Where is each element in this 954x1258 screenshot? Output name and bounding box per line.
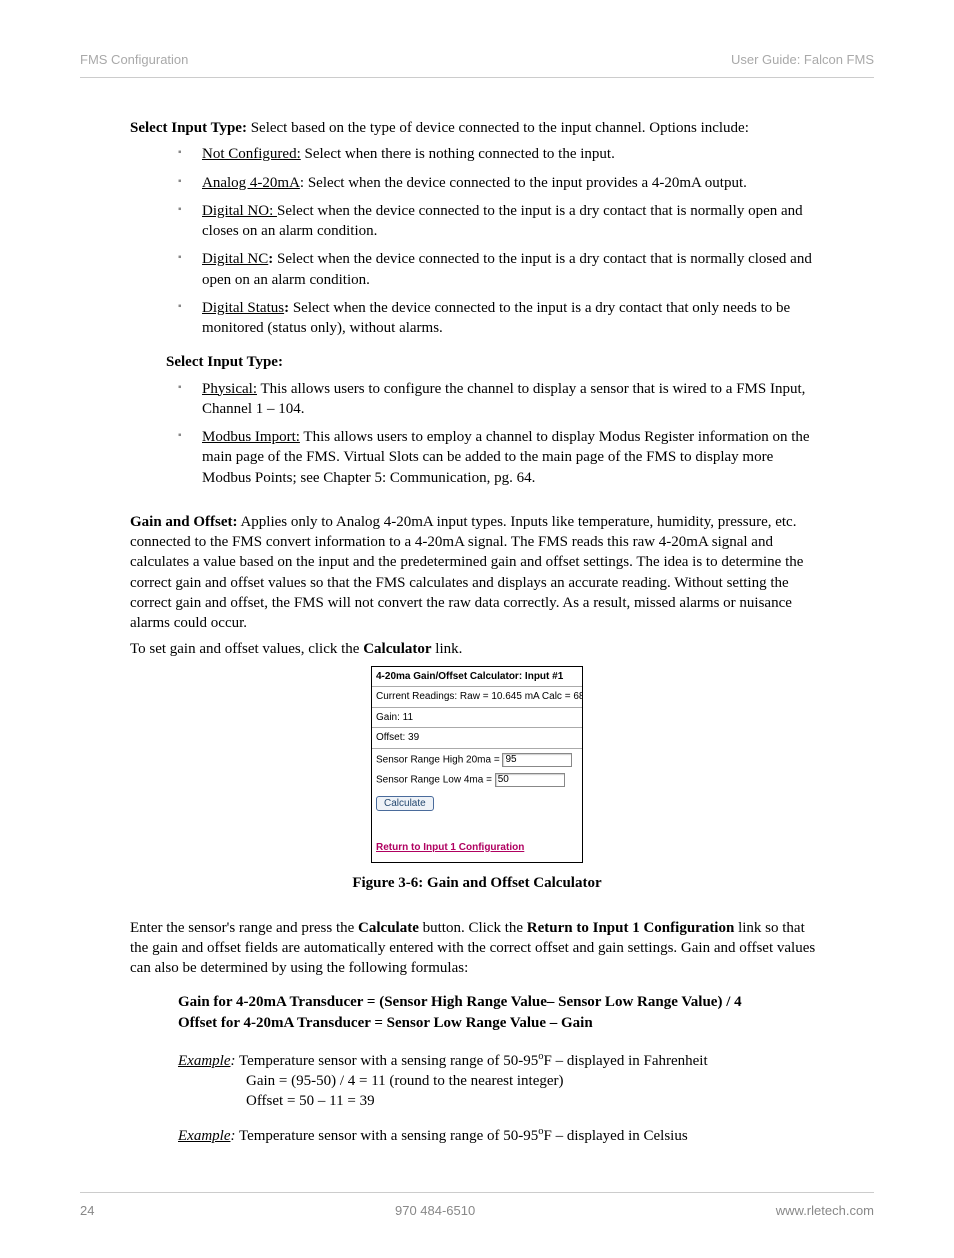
option-name: Digital Status [202,300,284,316]
formula-gain: Gain for 4-20mA Transducer = (Sensor Hig… [178,992,824,1012]
calc-high-row: Sensor Range High 20ma = [372,749,582,769]
gain-offset-paragraph: Gain and Offset: Applies only to Analog … [130,512,824,634]
list-item: Digital NO: Select when the device conne… [178,201,824,242]
example-label: Example [178,1053,230,1069]
text: button. Click the [419,920,527,936]
option-name: Analog 4-20mA [202,175,300,191]
document-page: FMS Configuration User Guide: Falcon FMS… [0,0,954,1258]
option-desc: Select when the device connected to the … [202,251,812,287]
calculator-screenshot: 4-20ma Gain/Offset Calculator: Input #1 … [371,666,583,864]
select-input-type-heading-2: Select Input Type: [166,352,824,372]
label: Sensor Range High 20ma = [376,754,502,765]
return-config-phrase: Return to Input 1 Configuration [527,920,735,936]
calc-button-row: Calculate [372,789,582,813]
header-right: User Guide: Falcon FMS [731,52,874,67]
calc-readings: Current Readings: Raw = 10.645 mA Calc =… [372,687,582,708]
example-2: Example: Temperature sensor with a sensi… [178,1126,824,1146]
example-label: Example [178,1128,230,1144]
example-1-line-3: Offset = 50 – 11 = 39 [246,1091,824,1111]
text: link. [432,641,463,657]
option-desc: Select when the device connected to the … [202,203,803,239]
colon: : [268,251,277,267]
example-2-line-1: Example: Temperature sensor with a sensi… [178,1126,824,1146]
text: Enter the sensor's range and press the [130,920,358,936]
calc-low-row: Sensor Range Low 4ma = [372,769,582,789]
option-name: Digital NC [202,251,268,267]
list-item: Analog 4-20mA: Select when the device co… [178,173,824,193]
colon: : [284,300,293,316]
body-content: Select Input Type: Select based on the t… [80,118,874,1146]
header-left: FMS Configuration [80,52,188,67]
label: Select Input Type: [130,120,247,136]
calc-gain: Gain: 11 [372,708,582,729]
return-link[interactable]: Return to Input 1 Configuration [372,813,582,857]
option-desc: : Select when the device connected to th… [300,175,747,191]
input-type-options-list-2: Physical: This allows users to configure… [130,379,824,488]
select-input-type-intro: Select Input Type: Select based on the t… [130,118,824,138]
page-footer: 24 970 484-6510 www.rletech.com [80,1192,874,1218]
calc-offset: Offset: 39 [372,728,582,749]
option-name: Not Configured: [202,146,301,162]
option-name: Modbus Import: [202,429,300,445]
calculate-word: Calculate [358,920,419,936]
footer-phone: 970 484-6510 [395,1203,475,1218]
label: Gain and Offset: [130,514,238,530]
calculate-instruction-paragraph: Enter the sensor's range and press the C… [130,918,824,979]
footer-url: www.rletech.com [776,1203,874,1218]
example-1-line-2: Gain = (95-50) / 4 = 11 (round to the ne… [246,1071,824,1091]
text: To set gain and offset values, click the [130,641,363,657]
option-desc: Select when there is nothing connected t… [301,146,615,162]
list-item: Not Configured: Select when there is not… [178,144,824,164]
label: Sensor Range Low 4ma = [376,774,495,785]
figure-caption: Figure 3-6: Gain and Offset Calculator [130,873,824,893]
list-item: Digital Status: Select when the device c… [178,298,824,339]
text: Applies only to Analog 4-20mA input type… [130,514,803,631]
example-1: Example: Temperature sensor with a sensi… [178,1051,824,1112]
option-name: Physical: [202,381,257,397]
calc-title: 4-20ma Gain/Offset Calculator: Input #1 [372,667,582,688]
page-header: FMS Configuration User Guide: Falcon FMS [80,52,874,78]
text: Select based on the type of device conne… [247,120,749,136]
option-name: Digital NO: [202,203,277,219]
example-1-line-1: Example: Temperature sensor with a sensi… [178,1051,824,1071]
text: Temperature sensor with a sensing range … [235,1128,538,1144]
list-item: Physical: This allows users to configure… [178,379,824,420]
page-number: 24 [80,1203,94,1218]
list-item: Digital NC: Select when the device conne… [178,249,824,290]
input-type-options-list: Not Configured: Select when there is not… [130,144,824,338]
formula-offset: Offset for 4-20mA Transducer = Sensor Lo… [178,1013,824,1033]
calculate-button[interactable]: Calculate [376,796,434,811]
list-item: Modbus Import: This allows users to empl… [178,427,824,488]
text: F – displayed in Fahrenheit [544,1053,708,1069]
calculator-link-paragraph: To set gain and offset values, click the… [130,639,824,659]
sensor-high-input[interactable] [502,753,572,767]
calculator-word: Calculator [363,641,431,657]
text: Temperature sensor with a sensing range … [235,1053,538,1069]
option-desc: This allows users to configure the chann… [202,381,805,417]
text: F – displayed in Celsius [544,1128,688,1144]
sensor-low-input[interactable] [495,773,565,787]
formula-block: Gain for 4-20mA Transducer = (Sensor Hig… [178,992,824,1033]
